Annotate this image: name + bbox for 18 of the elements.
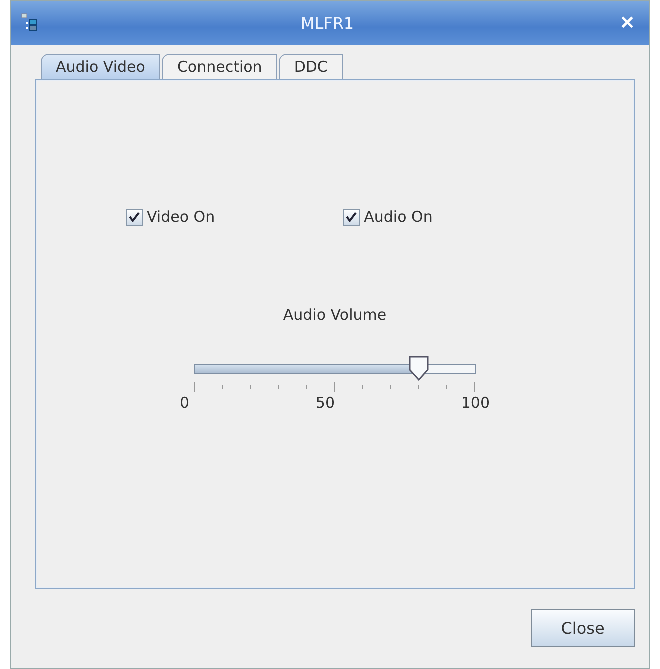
app-icon bbox=[21, 13, 39, 33]
checkbox-label: Video On bbox=[147, 208, 216, 226]
checkbox[interactable] bbox=[126, 208, 143, 226]
close-button[interactable]: Close bbox=[531, 609, 635, 647]
window-title: MLFR1 bbox=[300, 14, 356, 32]
slider-thumb[interactable] bbox=[407, 356, 431, 382]
tab[interactable]: Connection bbox=[162, 54, 278, 79]
tab[interactable]: DDC bbox=[279, 54, 343, 79]
checkbox[interactable] bbox=[343, 208, 360, 226]
slider-label: Audio Volume bbox=[283, 306, 387, 324]
checkbox-label: Audio On bbox=[364, 208, 433, 226]
close-button[interactable]: ✕ bbox=[616, 12, 639, 34]
tick-label: 100 bbox=[461, 394, 490, 412]
tick-label: 0 bbox=[180, 394, 190, 412]
tab[interactable]: Audio Video bbox=[41, 54, 160, 79]
check-icon bbox=[346, 212, 358, 222]
tick-label: 50 bbox=[316, 394, 335, 412]
check-icon bbox=[129, 212, 140, 222]
